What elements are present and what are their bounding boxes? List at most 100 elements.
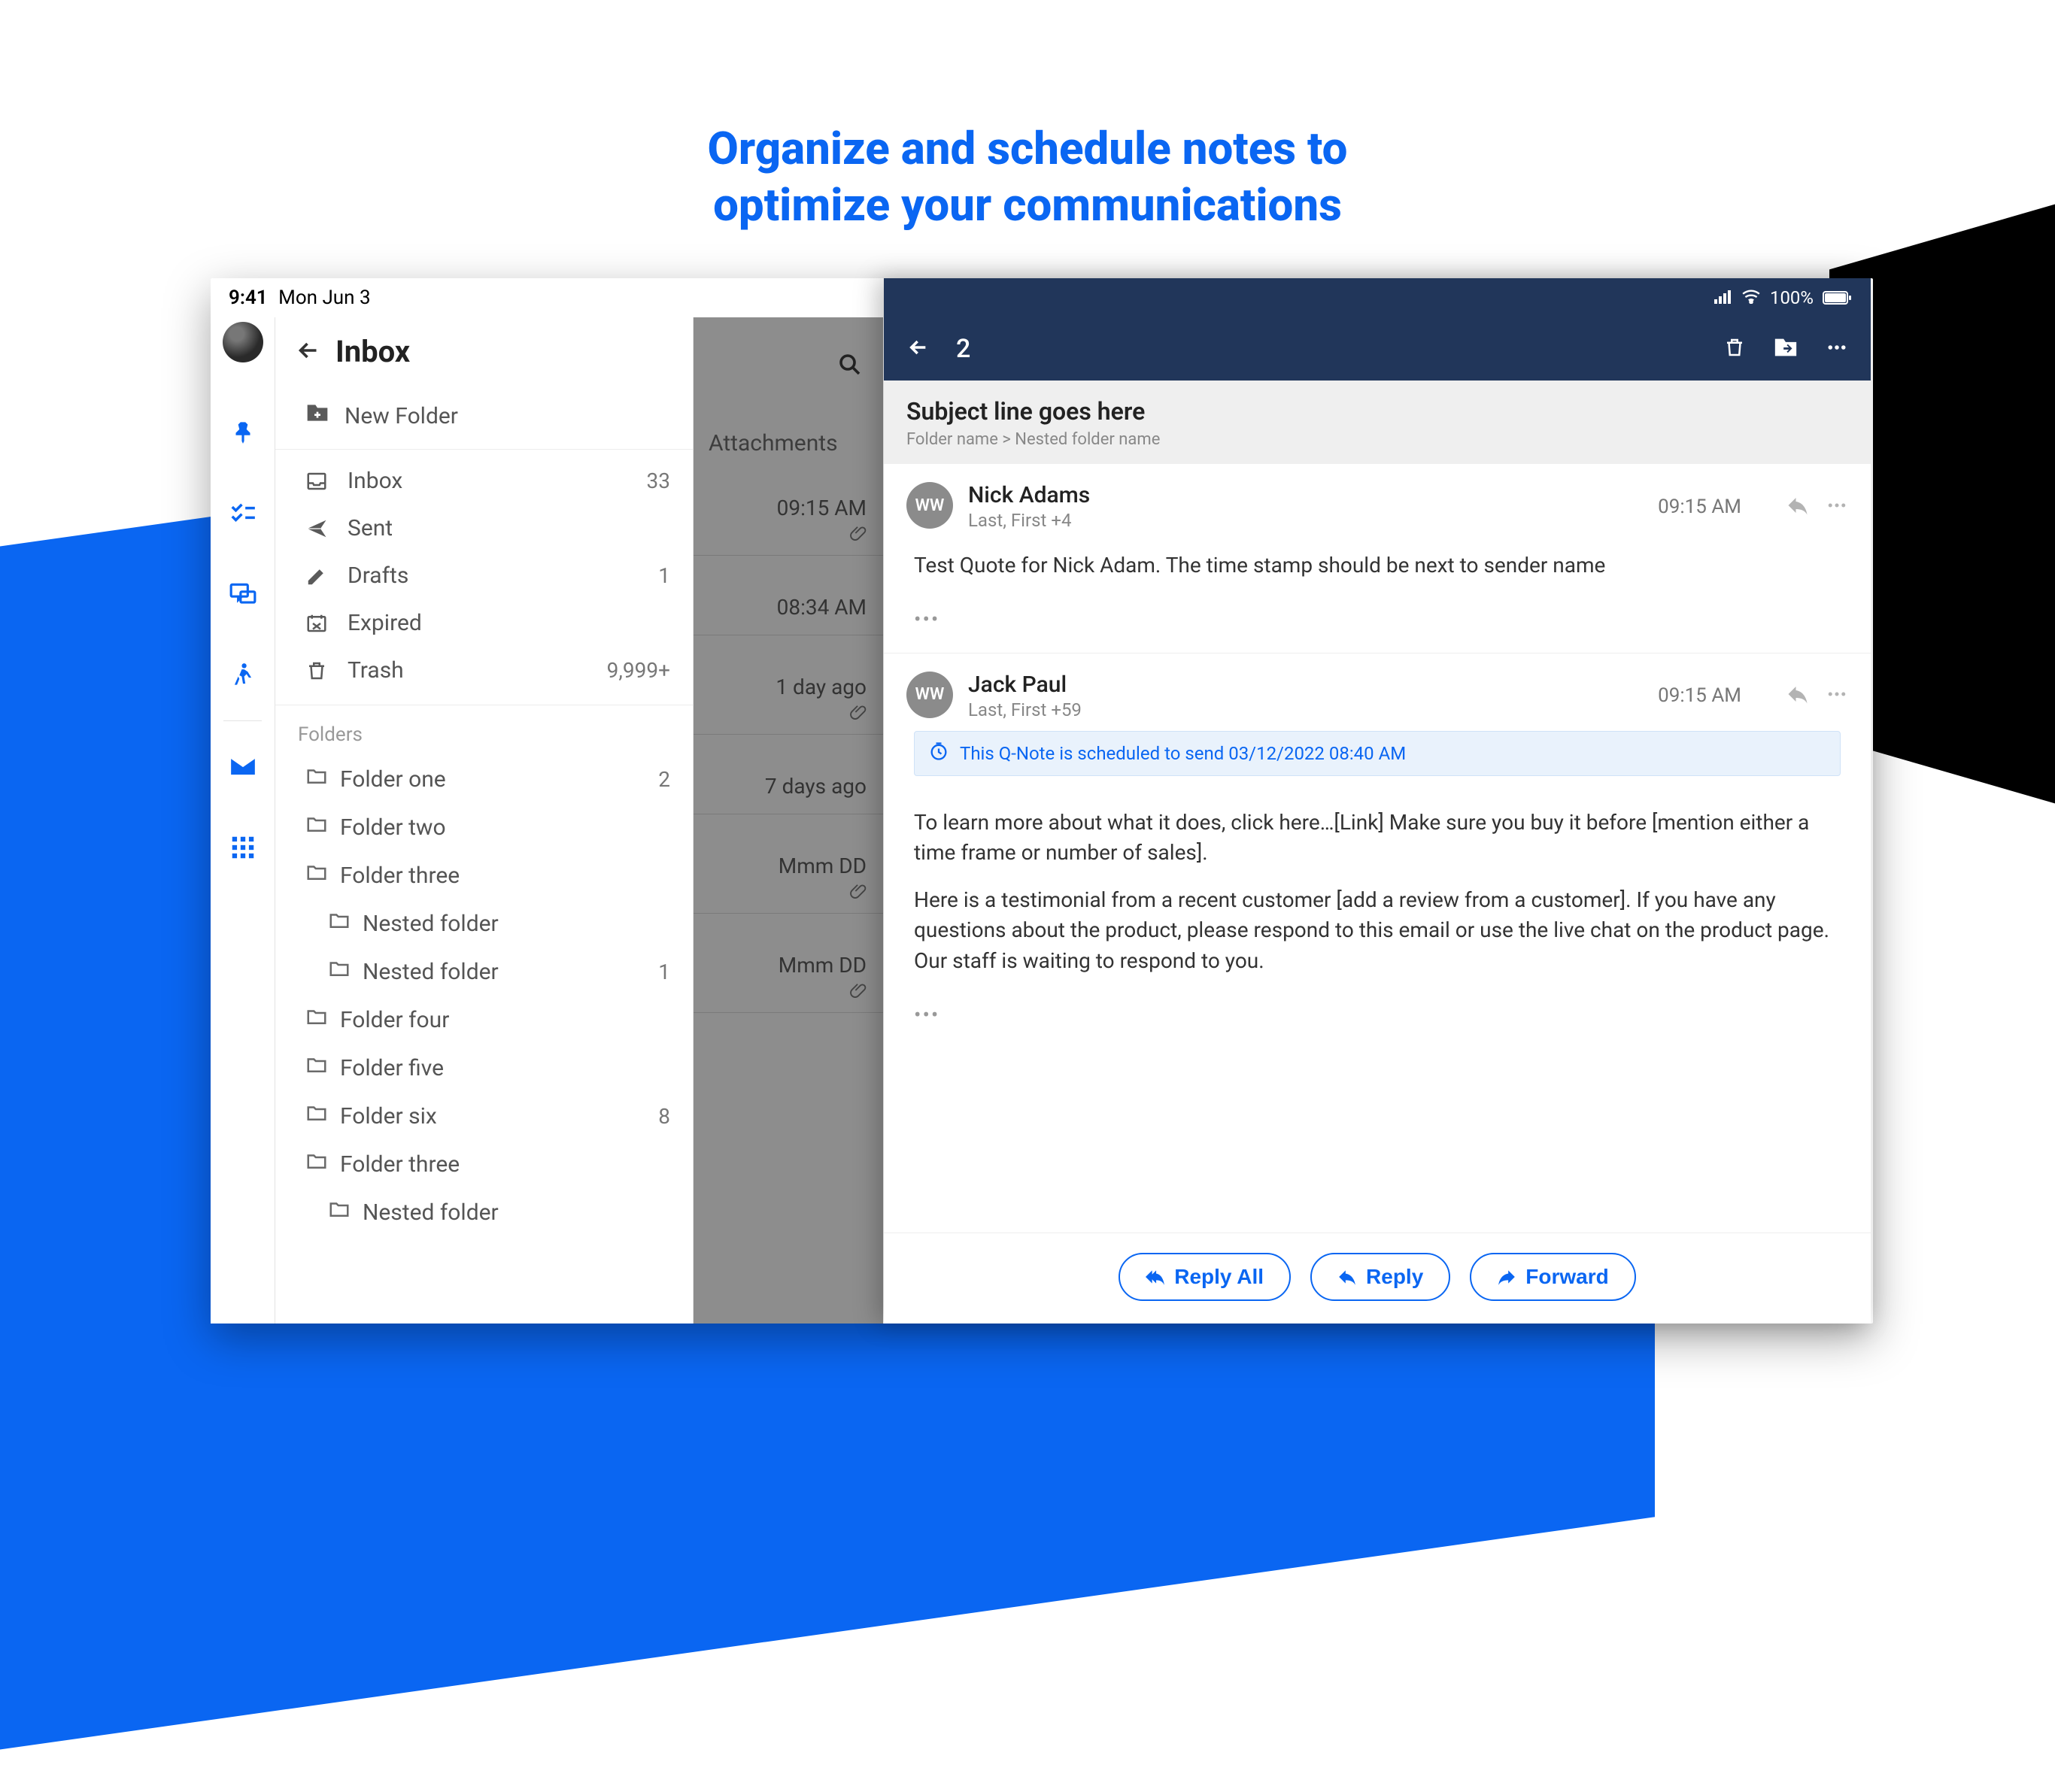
- wifi-icon: [1741, 287, 1761, 308]
- message-more-icon[interactable]: [1826, 683, 1848, 708]
- nested-folder-item[interactable]: Nested folder1: [275, 948, 693, 996]
- reply-label: Reply: [1366, 1265, 1423, 1289]
- inbox-icon: [305, 470, 335, 493]
- system-folder-inbox[interactable]: Inbox33: [275, 457, 693, 505]
- list-item[interactable]: Mmm DD: [694, 814, 883, 914]
- expand-quote-button[interactable]: •••: [906, 998, 1848, 1027]
- recipient-summary: Last, First +4: [968, 510, 1643, 531]
- delete-icon[interactable]: [1717, 330, 1752, 368]
- promo-line1: Organize and schedule notes to: [708, 120, 1348, 177]
- list-item[interactable]: Mmm DD: [694, 914, 883, 1013]
- mail-icon[interactable]: [211, 726, 275, 807]
- reply-icon[interactable]: [1786, 494, 1809, 520]
- sender-avatar: WW: [906, 672, 953, 718]
- apps-grid-icon[interactable]: [211, 807, 275, 888]
- toolbar-back-icon[interactable]: [900, 329, 936, 368]
- folder-count: 8: [658, 1104, 670, 1129]
- folder-label: Folder two: [340, 814, 670, 841]
- expired-icon: [305, 612, 335, 635]
- trash-icon: [305, 659, 335, 682]
- subject-line: Subject line goes here: [906, 397, 1848, 426]
- folder-icon: [305, 1150, 328, 1178]
- user-folder-item[interactable]: Folder three: [275, 1140, 693, 1188]
- list-item[interactable]: 1 day ago: [694, 635, 883, 735]
- user-folder-item[interactable]: Folder two: [275, 803, 693, 851]
- folder-icon: [305, 813, 328, 841]
- folder-icon: [305, 861, 328, 890]
- walk-icon[interactable]: [211, 635, 275, 716]
- folder-label: Folder six: [340, 1103, 658, 1129]
- avatar[interactable]: [223, 322, 263, 362]
- status-date: Mon Jun 3: [278, 287, 370, 309]
- attachment-icon: [850, 530, 867, 544]
- user-folder-item[interactable]: Folder six8: [275, 1092, 693, 1140]
- expand-quote-button[interactable]: •••: [906, 602, 1848, 632]
- thread-count: 2: [956, 334, 970, 364]
- list-item-time: Mmm DD: [710, 953, 867, 978]
- folder-label: Nested folder: [363, 959, 658, 985]
- sender-name: Jack Paul: [968, 672, 1643, 698]
- message-more-icon[interactable]: [1826, 494, 1848, 520]
- tasks-icon[interactable]: [211, 472, 275, 553]
- promo-title: Organize and schedule notes to optimize …: [708, 120, 1348, 233]
- folder-icon: [305, 1005, 328, 1034]
- user-folder-item[interactable]: Folder five: [275, 1044, 693, 1092]
- nested-folder-item[interactable]: Nested folder: [275, 1188, 693, 1236]
- forward-label: Forward: [1525, 1265, 1608, 1289]
- folder-label: Drafts: [348, 562, 658, 589]
- folder-icon: [305, 1102, 328, 1130]
- folders-heading: Folders: [275, 705, 693, 752]
- reply-button[interactable]: Reply: [1310, 1253, 1450, 1301]
- breadcrumb: Folder name > Nested folder name: [906, 430, 1848, 449]
- list-item[interactable]: 08:34 AM: [694, 556, 883, 635]
- message-list-preview: Attachments 09:15 AM08:34 AM1 day ago7 d…: [694, 317, 883, 1324]
- folder-count: 2: [658, 767, 670, 792]
- message-body: Test Quote for Nick Adam. The time stamp…: [906, 531, 1848, 602]
- action-bar: Reply All Reply Forward: [884, 1233, 1871, 1324]
- folder-label: Expired: [348, 610, 670, 636]
- thread: WW Nick Adams Last, First +4 09:15 AM Te…: [884, 464, 1871, 1233]
- new-folder-button[interactable]: New Folder: [275, 387, 693, 450]
- user-folder-item[interactable]: Folder three: [275, 851, 693, 899]
- reply-icon[interactable]: [1786, 683, 1809, 708]
- rail-divider: [223, 720, 262, 721]
- user-folder-item[interactable]: Folder one2: [275, 755, 693, 803]
- folder-icon: [328, 957, 351, 986]
- folder-label: Folder three: [340, 1151, 670, 1178]
- folder-label: Trash: [348, 657, 607, 684]
- status-time: 9:41: [229, 287, 268, 309]
- system-folder-trash[interactable]: Trash9,999+: [275, 647, 693, 694]
- schedule-text: This Q-Note is scheduled to send 03/12/2…: [960, 743, 1406, 764]
- pin-icon[interactable]: [211, 391, 275, 472]
- new-folder-label: New Folder: [345, 403, 458, 429]
- forward-button[interactable]: Forward: [1470, 1253, 1635, 1301]
- nested-folder-item[interactable]: Nested folder: [275, 899, 693, 948]
- system-folder-expired[interactable]: Expired: [275, 599, 693, 647]
- attachment-icon: [850, 709, 867, 723]
- list-item[interactable]: 7 days ago: [694, 735, 883, 814]
- folder-label: Inbox: [348, 468, 647, 494]
- message-time: 09:15 AM: [1658, 684, 1741, 707]
- folder-icon: [305, 765, 328, 793]
- system-folder-sent[interactable]: Sent: [275, 505, 693, 552]
- move-folder-icon[interactable]: [1767, 330, 1805, 368]
- chat-icon[interactable]: [211, 553, 275, 635]
- list-item-time: 09:15 AM: [710, 496, 867, 520]
- back-icon[interactable]: [295, 337, 322, 367]
- battery-icon: [1823, 290, 1853, 305]
- folder-label: Folder one: [340, 766, 658, 793]
- system-folder-drafts[interactable]: Drafts1: [275, 552, 693, 599]
- clock-icon: [928, 741, 949, 766]
- reply-all-button[interactable]: Reply All: [1119, 1253, 1291, 1301]
- list-item-time: 08:34 AM: [710, 595, 867, 620]
- nav-rail: [211, 317, 275, 1324]
- folder-label: Nested folder: [363, 1199, 670, 1226]
- folder-plus-icon: [305, 401, 329, 431]
- panel-status-bar: 100%: [884, 278, 1871, 317]
- user-folder-item[interactable]: Folder four: [275, 996, 693, 1044]
- schedule-banner: This Q-Note is scheduled to send 03/12/2…: [914, 731, 1841, 776]
- more-icon[interactable]: [1820, 330, 1854, 368]
- search-icon[interactable]: [836, 351, 864, 381]
- folder-count: 1: [658, 960, 670, 984]
- list-item[interactable]: 09:15 AM: [694, 456, 883, 556]
